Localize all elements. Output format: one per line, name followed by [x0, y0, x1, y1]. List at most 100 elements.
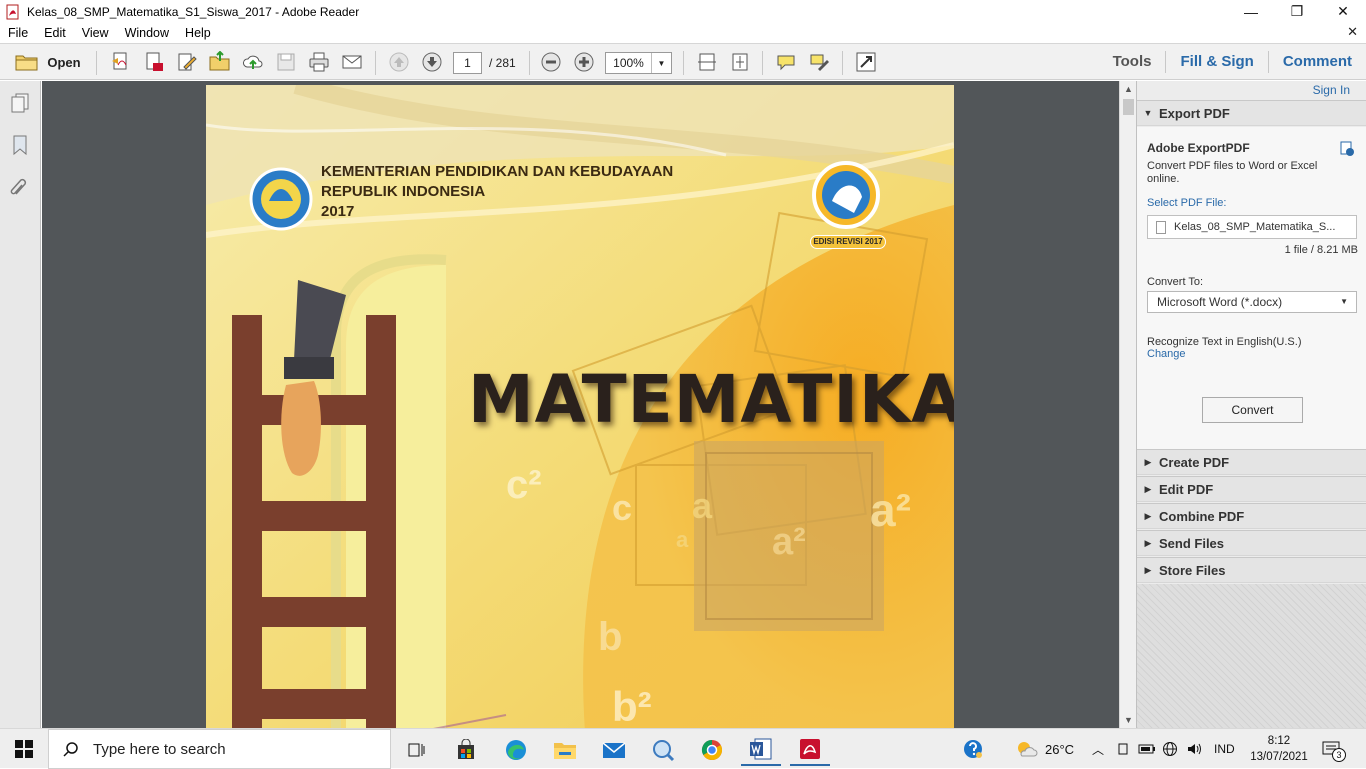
chevron-up-icon: ︿ [1092, 742, 1105, 757]
bookmark-icon [13, 135, 27, 156]
convert-button[interactable]: Convert [1202, 397, 1303, 423]
menu-window[interactable]: Window [117, 26, 177, 40]
combine-pdf-header[interactable]: ▶ Combine PDF [1137, 503, 1366, 529]
notification-center-button[interactable]: 3 [1322, 729, 1346, 769]
page-total: / 281 [489, 56, 516, 70]
cloud-upload-icon [243, 55, 263, 69]
close-document-button[interactable]: ✕ [1347, 24, 1358, 40]
combine-pdf-button[interactable] [207, 50, 233, 74]
scroll-up-icon[interactable]: ▲ [1124, 84, 1133, 94]
adobe-reader-app[interactable] [790, 734, 830, 766]
pdf-file-field[interactable]: Kelas_08_SMP_Matematika_S... [1147, 215, 1357, 239]
scroll-thumb[interactable] [1123, 99, 1134, 115]
fit-width-button[interactable] [694, 50, 720, 74]
email-button[interactable] [339, 50, 365, 74]
fit-page-button[interactable] [727, 50, 753, 74]
battery-icon[interactable] [1138, 729, 1156, 769]
notification-count: 3 [1332, 748, 1346, 762]
change-language-link[interactable]: Change [1147, 348, 1186, 360]
scroll-down-icon[interactable]: ▼ [1124, 715, 1133, 725]
edit-pdf-header[interactable]: ▶ Edit PDF [1137, 476, 1366, 502]
sticky-note-button[interactable] [773, 50, 799, 74]
show-hidden-icons-button[interactable]: ︿ [1092, 729, 1104, 769]
send-files-header[interactable]: ▶ Send Files [1137, 530, 1366, 556]
input-language-button[interactable]: IND [1214, 729, 1235, 769]
edit-pdf-button[interactable] [174, 50, 200, 74]
help-tray-button[interactable] [962, 729, 984, 769]
upload-button[interactable] [240, 50, 266, 74]
store-files-header[interactable]: ▶ Store Files [1137, 557, 1366, 583]
page-thumbnails-button[interactable] [8, 91, 32, 115]
chevron-right-icon: ▶ [1144, 537, 1152, 548]
document-viewport[interactable]: KEMENTERIAN PENDIDIKAN DAN KEBUDAYAAN RE… [42, 81, 1119, 728]
menu-help[interactable]: Help [177, 26, 219, 40]
open-label: Open [47, 54, 81, 70]
chrome-app[interactable] [692, 734, 732, 766]
highlight-button[interactable] [806, 50, 832, 74]
menu-edit[interactable]: Edit [36, 26, 74, 40]
create-pdf-button[interactable] [108, 50, 134, 74]
export-pdf-panel: Adobe ExportPDF Convert PDF files to Wor… [1137, 127, 1366, 449]
search-icon [63, 742, 78, 757]
zoom-it-app[interactable] [643, 734, 683, 766]
toolbar-separator [529, 51, 530, 75]
meet-now-icon[interactable] [1115, 729, 1131, 769]
task-view-icon [408, 743, 425, 757]
chevron-right-icon: ▶ [1144, 564, 1152, 575]
export-pdf-header[interactable]: ▼ Export PDF [1137, 100, 1366, 126]
ministry-line-2: REPUBLIK INDONESIA [321, 183, 486, 200]
weather-sun-cloud-icon [1018, 742, 1038, 757]
attachments-button[interactable] [8, 175, 32, 199]
zoom-select[interactable]: 100% ▼ [605, 52, 672, 74]
next-page-button[interactable] [419, 50, 445, 74]
toolbar-separator [762, 51, 763, 75]
maximize-button[interactable]: ❐ [1274, 0, 1320, 23]
open-button[interactable]: Open [8, 50, 88, 74]
vertical-scrollbar[interactable]: ▲ ▼ [1119, 81, 1136, 728]
start-button[interactable] [0, 729, 48, 769]
network-icon[interactable] [1162, 729, 1178, 769]
close-button[interactable]: ✕ [1320, 0, 1366, 23]
tools-tab[interactable]: Tools [1099, 51, 1167, 73]
weather-widget[interactable]: 26°C [1014, 729, 1074, 769]
convert-to-label: Convert To: [1147, 276, 1204, 288]
store-app[interactable] [446, 734, 486, 766]
page-number-input[interactable]: 1 [453, 52, 482, 74]
zoom-out-button[interactable] [538, 50, 564, 74]
convert-format-select[interactable]: Microsoft Word (*.docx) ▼ [1147, 291, 1357, 313]
recognize-text-label: Recognize Text in English(U.S.) [1147, 336, 1302, 348]
bookmarks-button[interactable] [8, 133, 32, 157]
zoom-in-button[interactable] [571, 50, 597, 74]
minimize-button[interactable]: — [1228, 0, 1274, 23]
clock-date: 13/07/2021 [1250, 751, 1308, 763]
ministry-heading: KEMENTERIAN PENDIDIKAN DAN KEBUDAYAAN RE… [321, 162, 673, 222]
globe-icon [1163, 742, 1177, 756]
comment-tab[interactable]: Comment [1269, 51, 1366, 73]
word-app[interactable] [741, 734, 781, 766]
math-symbol: c² [506, 463, 542, 507]
chevron-right-icon: ▶ [1144, 510, 1152, 521]
toolbar-separator [842, 51, 843, 75]
menu-file[interactable]: File [0, 26, 36, 40]
taskbar: Type here to search 26°C ︿ IND 8:12 13/0… [0, 728, 1366, 769]
system-clock[interactable]: 8:12 13/07/2021 [1250, 733, 1308, 765]
edge-app[interactable] [496, 734, 536, 766]
device-icon [1118, 743, 1128, 755]
save-button[interactable] [273, 50, 299, 74]
print-button[interactable] [306, 50, 332, 74]
taskbar-search[interactable]: Type here to search [48, 729, 391, 769]
fill-sign-tab[interactable]: Fill & Sign [1166, 51, 1269, 73]
edition-badge: EDISI REVISI 2017 [810, 235, 886, 249]
file-explorer-app[interactable] [545, 734, 585, 766]
task-view-button[interactable] [396, 734, 436, 766]
combine-pdf-label: Combine PDF [1159, 508, 1245, 524]
previous-page-button[interactable] [386, 50, 412, 74]
mail-app[interactable] [594, 734, 634, 766]
full-screen-button[interactable] [853, 50, 879, 74]
create-pdf-header[interactable]: ▶ Create PDF [1137, 449, 1366, 475]
math-symbol: a [676, 527, 689, 552]
volume-icon[interactable] [1186, 729, 1202, 769]
menu-view[interactable]: View [74, 26, 117, 40]
convert-pdf-button[interactable] [141, 50, 167, 74]
sign-in-link[interactable]: Sign In [1313, 83, 1350, 97]
